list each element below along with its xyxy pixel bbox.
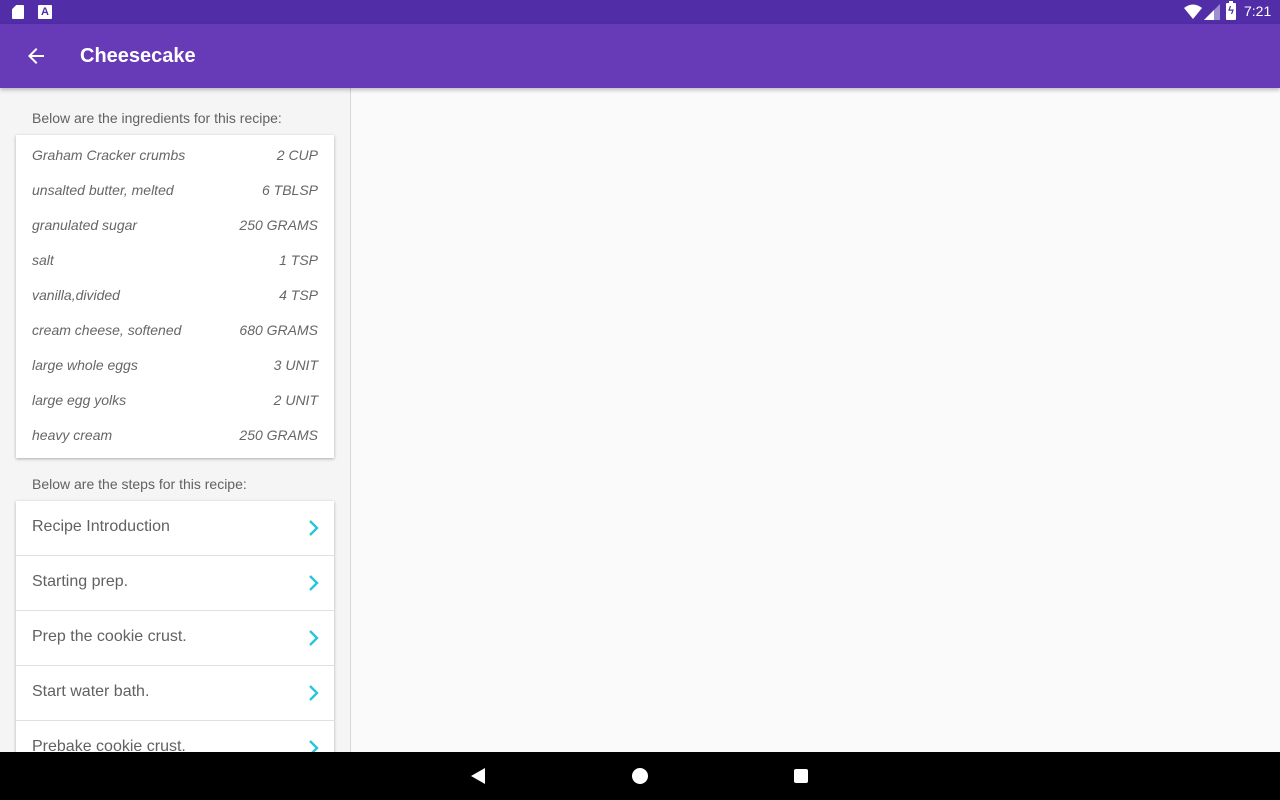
status-bar: A ϟ 7:21: [0, 0, 1280, 24]
chevron-right-icon: [309, 630, 319, 646]
ingredients-header: Below are the ingredients for this recip…: [32, 110, 282, 126]
sd-card-icon: [12, 5, 24, 19]
ingredient-row: heavy cream 250 GRAMS: [16, 419, 334, 454]
ingredients-card: Graham Cracker crumbs 2 CUP unsalted butt…: [16, 135, 334, 458]
nav-home-icon[interactable]: [632, 768, 648, 784]
battery-icon: ϟ: [1226, 1, 1236, 20]
chevron-right-icon: [309, 575, 319, 591]
ingredient-row: large egg yolks 2 UNIT: [16, 384, 334, 419]
step-detail-pane: [351, 88, 1280, 752]
ingredient-row: vanilla,divided 4 TSP: [16, 279, 334, 314]
page-title: Cheesecake: [80, 45, 196, 67]
chevron-right-icon: [309, 685, 319, 701]
ingredient-row: granulated sugar 250 GRAMS: [16, 209, 334, 244]
ingredient-quantity: 6 TBLSP: [261, 182, 318, 198]
step-item[interactable]: Prebake cookie crust.: [16, 721, 334, 752]
wifi-icon: [1184, 4, 1202, 19]
ingredient-quantity: 250 GRAMS: [239, 217, 318, 233]
ingredient-name: large whole eggs: [32, 357, 138, 373]
system-nav-bar: [0, 752, 1280, 800]
ingredient-row: Graham Cracker crumbs 2 CUP: [16, 139, 334, 174]
ingredient-row: unsalted butter, melted 6 TBLSP: [16, 174, 334, 209]
ingredient-quantity: 1 TSP: [279, 252, 318, 268]
ingredient-name: heavy cream: [32, 427, 113, 443]
ingredient-name: granulated sugar: [32, 217, 138, 233]
chevron-right-icon: [309, 740, 319, 752]
ingredient-row: cream cheese, softened 680 GRAMS: [16, 314, 334, 349]
step-item[interactable]: Start water bath.: [16, 666, 334, 721]
ingredient-quantity: 250 GRAMS: [239, 427, 318, 443]
ingredient-name: salt: [32, 252, 54, 268]
nav-recents-icon[interactable]: [794, 769, 808, 783]
step-label: Prebake cookie crust.: [32, 738, 186, 752]
ingredient-row: salt 1 TSP: [16, 244, 334, 279]
ingredient-name: vanilla,divided: [32, 287, 120, 303]
ingredient-quantity: 4 TSP: [279, 287, 318, 303]
step-item[interactable]: Starting prep.: [16, 556, 334, 611]
ingredient-row: large whole eggs 3 UNIT: [16, 349, 334, 384]
step-item[interactable]: Prep the cookie crust.: [16, 611, 334, 666]
step-label: Prep the cookie crust.: [32, 628, 187, 645]
step-label: Recipe Introduction: [32, 518, 170, 535]
app-bar: Cheesecake: [0, 24, 1280, 88]
nav-back-icon[interactable]: [470, 767, 486, 785]
ingredient-quantity: 2 CUP: [276, 147, 318, 163]
ingredient-name: cream cheese, softened: [32, 322, 182, 338]
ingredient-name: unsalted butter, melted: [32, 182, 174, 198]
ingredient-quantity: 3 UNIT: [273, 357, 318, 373]
steps-list: Recipe Introduction Starting prep. Prep …: [16, 501, 334, 752]
chevron-right-icon: [309, 520, 319, 536]
signal-icon: [1204, 4, 1220, 20]
clock: 7:21: [1244, 3, 1272, 19]
recipe-detail-pane[interactable]: Below are the ingredients for this recip…: [0, 88, 350, 752]
ingredient-quantity: 2 UNIT: [273, 392, 318, 408]
steps-header: Below are the steps for this recipe:: [32, 476, 247, 492]
step-item[interactable]: Recipe Introduction: [16, 501, 334, 556]
ingredient-quantity: 680 GRAMS: [239, 322, 318, 338]
ingredient-name: large egg yolks: [32, 392, 127, 408]
notification-a-icon: A: [38, 5, 52, 19]
step-label: Start water bath.: [32, 683, 150, 700]
step-label: Starting prep.: [32, 573, 129, 590]
ingredient-name: Graham Cracker crumbs: [32, 147, 186, 163]
back-arrow-icon[interactable]: [24, 44, 48, 68]
